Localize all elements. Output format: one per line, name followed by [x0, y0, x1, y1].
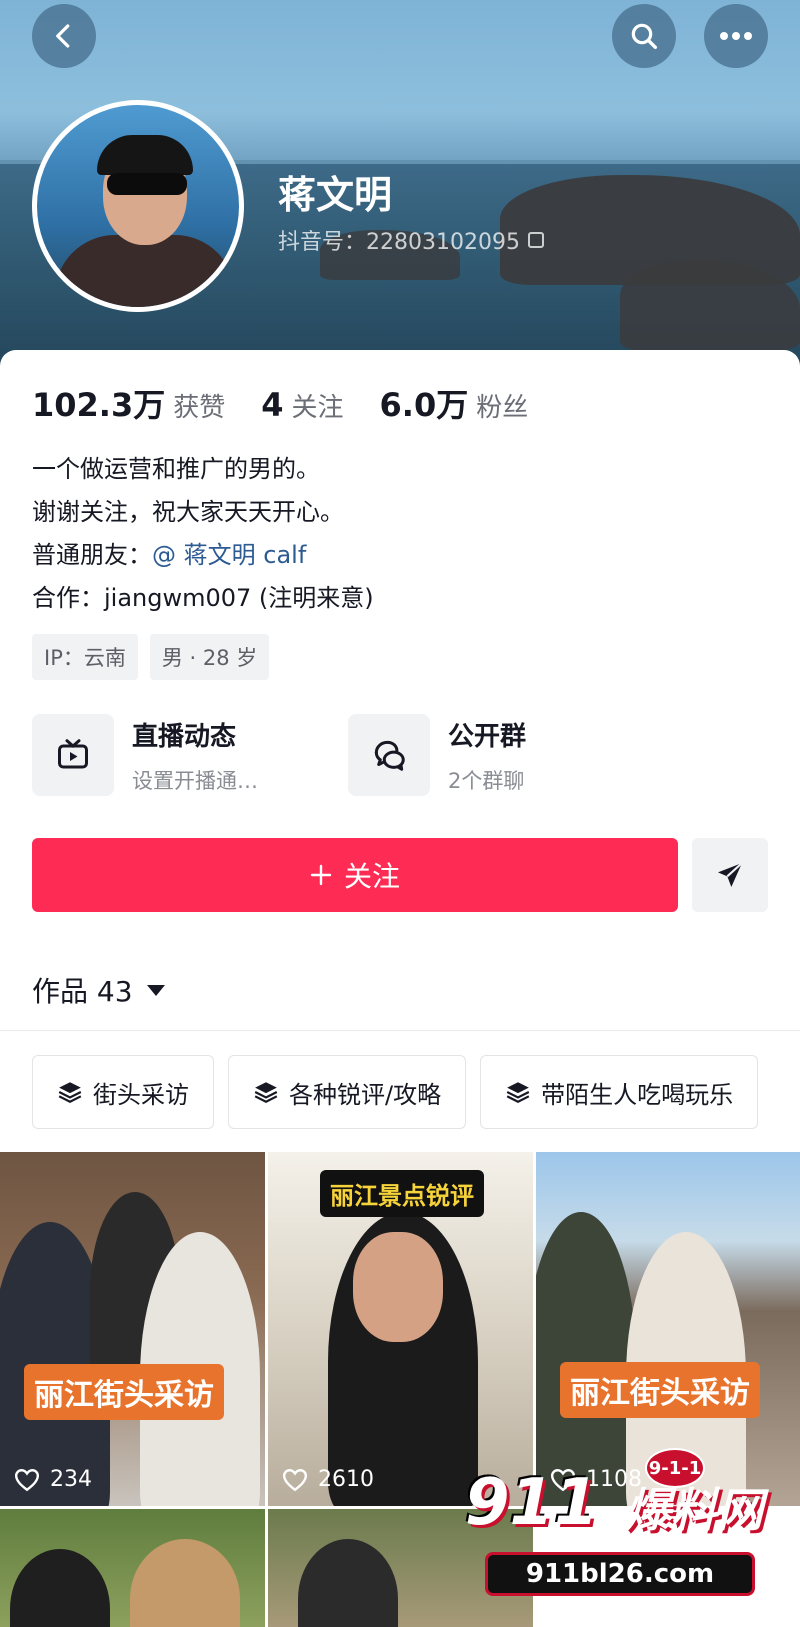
heart-icon: [282, 1468, 308, 1491]
video-overlay-title: 丽江街头采访: [560, 1362, 760, 1418]
video-thumbnail[interactable]: [0, 1509, 265, 1627]
following-label[interactable]: 关注: [292, 387, 344, 424]
collection-strangers[interactable]: 带陌生人吃喝玩乐: [480, 1055, 759, 1129]
profile-name: 蒋文明: [278, 173, 393, 217]
bio-friend-prefix: 普通朋友：: [32, 541, 152, 569]
group-feature[interactable]: 公开群 2个群聊: [348, 714, 526, 796]
live-feature-title: 直播动态: [132, 721, 237, 752]
profile-banner: 蒋文明 抖音号：22803102095: [0, 0, 800, 372]
group-feature-subtitle: 2个群聊: [448, 768, 525, 793]
avatar-hat: [97, 135, 193, 175]
collections-row: 街头采访 各种锐评/攻略 带陌生人吃喝玩乐: [32, 1055, 759, 1129]
ip-location-tag: IP：云南: [32, 634, 138, 680]
video-likes: 2610: [282, 1467, 374, 1492]
watermark-brand: 爆料网: [625, 1483, 763, 1537]
bio-line: 一个做运营和推广的男的。: [32, 455, 320, 483]
search-icon: [631, 23, 658, 50]
works-label: 作品 43: [32, 975, 133, 1008]
collection-label: 各种锐评/攻略: [289, 1080, 442, 1109]
share-button[interactable]: [692, 838, 768, 912]
video-likes-count: 234: [50, 1467, 92, 1492]
gender-age-tag: 男 · 28 岁: [149, 634, 270, 680]
group-feature-icon-box: [348, 714, 430, 796]
live-feature-subtitle: 设置开播通…: [132, 768, 258, 793]
collection-label: 带陌生人吃喝玩乐: [541, 1080, 734, 1109]
follow-button-label: 关注: [343, 860, 400, 893]
douyin-id[interactable]: 抖音号：22803102095: [278, 224, 544, 256]
collection-label: 街头采访: [93, 1080, 189, 1109]
send-icon: [718, 862, 743, 887]
thumb-person: [353, 1232, 443, 1342]
avatar-glasses: [107, 173, 187, 195]
search-button[interactable]: [612, 4, 676, 68]
stack-icon: [58, 1082, 82, 1103]
followers-count[interactable]: 6.0万: [380, 380, 469, 426]
avatar-body: [55, 235, 235, 307]
thumb-person: [130, 1539, 240, 1627]
follow-button[interactable]: 关注: [32, 838, 678, 912]
chat-bubbles-icon: [374, 740, 405, 771]
following-count[interactable]: 4: [261, 386, 283, 424]
bio-line: 谢谢关注，祝大家天天开心。: [32, 498, 344, 526]
profile-tags: IP：云南 男 · 28 岁: [32, 634, 270, 680]
profile-card: 102.3万 获赞 4 关注 6.0万 粉丝 一个做运营和推广的男的。 谢谢关注…: [0, 350, 800, 1627]
video-thumbnail[interactable]: 丽江景点锐评 2610: [268, 1152, 533, 1506]
douyin-id-text: 抖音号：22803102095: [278, 230, 520, 255]
collection-street-interview[interactable]: 街头采访: [32, 1055, 214, 1129]
works-selector[interactable]: 作品 43: [32, 970, 165, 1010]
watermark-logo: 9-1-1 911 爆料网 911bl26.com: [445, 1448, 785, 1620]
group-feature-title: 公开群: [448, 721, 527, 752]
stack-icon: [506, 1082, 530, 1103]
tv-icon: [58, 739, 88, 769]
back-button[interactable]: [32, 4, 96, 68]
bio-line: 普通朋友：@ 蒋文明 calf: [32, 534, 374, 577]
section-divider: [0, 1030, 800, 1031]
plus-icon: [310, 864, 332, 886]
bio-mention-link[interactable]: @ 蒋文明 calf: [152, 541, 306, 569]
more-button[interactable]: [704, 4, 768, 68]
followers-label[interactable]: 粉丝: [476, 387, 528, 424]
live-feature-icon-box: [32, 714, 114, 796]
video-overlay-title: 丽江街头采访: [24, 1364, 224, 1420]
live-feature[interactable]: 直播动态 设置开播通…: [32, 714, 258, 796]
thumb-person: [10, 1549, 110, 1627]
avatar[interactable]: [32, 100, 244, 312]
video-likes-count: 2610: [318, 1467, 374, 1492]
more-horizontal-icon: [720, 32, 752, 40]
heart-icon: [14, 1468, 40, 1491]
video-thumbnail[interactable]: 丽江街头采访 234: [0, 1152, 265, 1506]
video-overlay-title: 丽江景点锐评: [320, 1170, 484, 1217]
watermark-number: 911: [465, 1466, 599, 1540]
chevron-left-icon: [56, 24, 70, 48]
likes-label: 获赞: [173, 393, 226, 423]
bio: 一个做运营和推广的男的。 谢谢关注，祝大家天天开心。 普通朋友：@ 蒋文明 ca…: [32, 448, 374, 620]
video-likes: 234: [14, 1467, 92, 1492]
bio-line: 合作：jiangwm007 (注明来意): [32, 584, 374, 612]
copy-icon[interactable]: [527, 232, 544, 248]
profile-page: 蒋文明 抖音号：22803102095 102.3万 获赞 4 关注 6.0万 …: [0, 0, 800, 1627]
watermark-url: 911bl26.com: [485, 1552, 755, 1596]
stats-row: 102.3万 获赞 4 关注 6.0万 粉丝: [32, 380, 564, 426]
stack-icon: [254, 1082, 278, 1103]
caret-down-icon: [146, 984, 165, 996]
thumb-person: [298, 1539, 398, 1627]
likes-count: 102.3万: [32, 386, 166, 424]
collection-reviews[interactable]: 各种锐评/攻略: [228, 1055, 467, 1129]
